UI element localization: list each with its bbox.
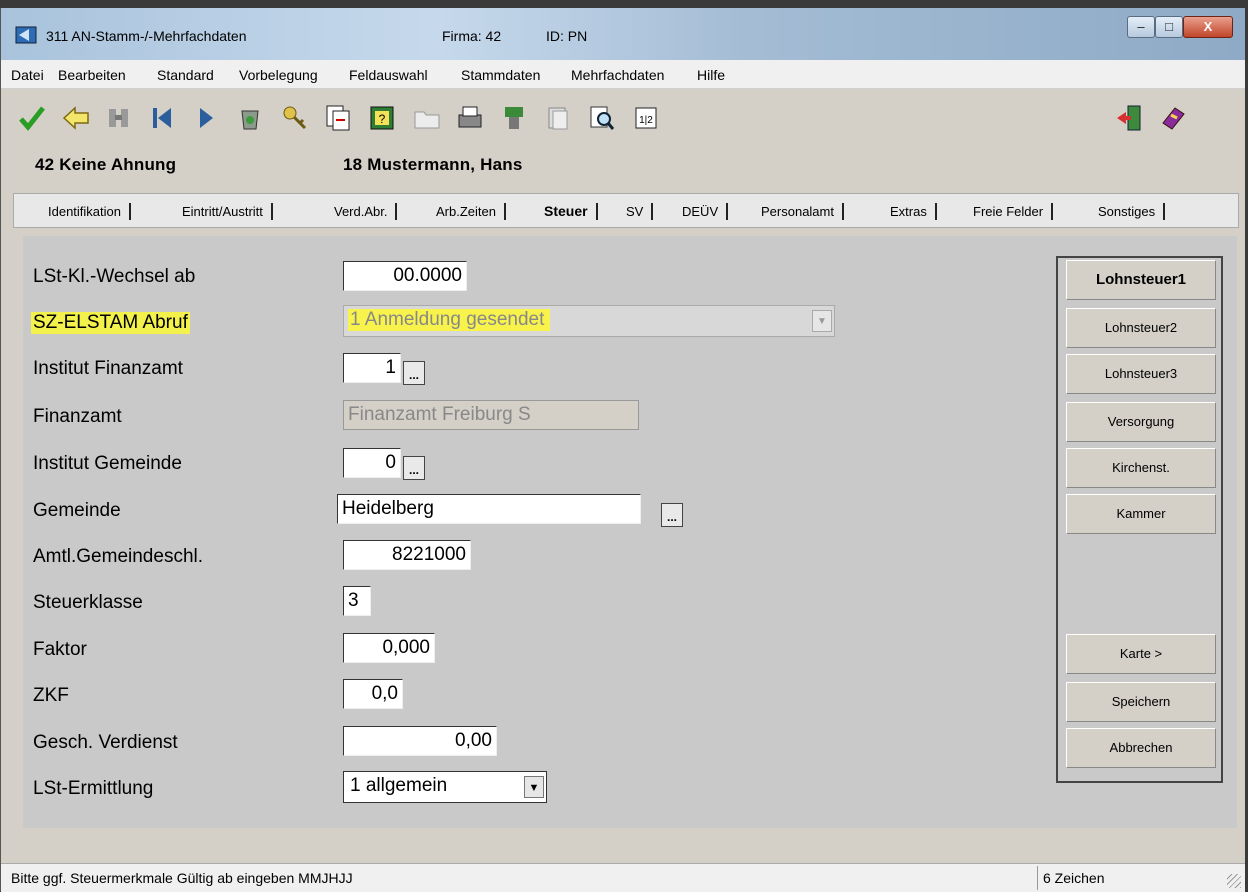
search-icon[interactable] [585,101,619,135]
maximize-button[interactable]: □ [1155,16,1183,38]
binoculars-icon[interactable] [102,101,136,135]
lohnsteuer2-button[interactable]: Lohnsteuer2 [1066,308,1216,348]
stamp-icon[interactable] [497,101,531,135]
help-icon[interactable]: ? [365,101,399,135]
finanzamt-label: Finanzamt [33,406,122,427]
tab-arb-zeiten[interactable]: Arb.Zeiten [436,203,506,220]
zkf-label: ZKF [33,685,69,706]
tab-sonstiges[interactable]: Sonstiges [1098,203,1166,220]
menu-stammdaten[interactable]: Stammdaten [461,67,540,83]
versorgung-button[interactable]: Versorgung [1066,402,1216,442]
calculator-icon[interactable]: 1|2 [629,101,663,135]
lst-wechsel-label: LSt-Kl.-Wechsel ab [33,266,196,287]
finanzamt-field: Finanzamt Freiburg S [343,400,639,430]
lst-ermittlung-select[interactable]: 1 allgemein ▼ [343,771,547,803]
menu-hilfe[interactable]: Hilfe [697,67,725,83]
speichern-button[interactable]: Speichern [1066,682,1216,722]
lst-wechsel-input[interactable]: 00.0000 [343,261,467,291]
steuerklasse-label: Steuerklasse [33,592,143,613]
tab-deuev[interactable]: DEÜV [682,203,729,220]
id-label: ID: PN [546,28,588,44]
tab-bar: Identifikation Eintritt/Austritt Verd.Ab… [13,193,1239,228]
inst-finanzamt-label: Institut Finanzamt [33,358,183,379]
employee-name: 18 Mustermann, Hans [343,155,523,174]
lohnsteuer3-button[interactable]: Lohnsteuer3 [1066,354,1216,394]
sz-elstam-value: 1 Anmeldung gesendet [348,309,551,331]
gesch-verdienst-label: Gesch. Verdienst [33,732,178,753]
inst-finanzamt-lookup-button[interactable]: ... [403,361,425,385]
faktor-input[interactable]: 0,000 [343,633,435,663]
menu-vorbelegung[interactable]: Vorbelegung [239,67,318,83]
tab-eintritt-austritt[interactable]: Eintritt/Austritt [182,203,273,220]
toolbar: ? 1|2 [1,89,1245,147]
amtl-gemeindeschl-input[interactable]: 8221000 [343,540,471,570]
company-name: 42 Keine Ahnung [35,155,177,174]
svg-text:1|2: 1|2 [639,115,653,126]
key-icon[interactable] [278,101,312,135]
amtl-gemeindeschl-label: Amtl.Gemeindeschl. [33,546,204,567]
folder-icon[interactable] [410,101,444,135]
svg-text:?: ? [379,112,386,126]
menu-mehrfachdaten[interactable]: Mehrfachdaten [571,67,664,83]
tab-steuer[interactable]: Steuer [544,203,598,220]
tab-freie-felder[interactable]: Freie Felder [973,203,1054,220]
kirchenst-button[interactable]: Kirchenst. [1066,448,1216,488]
gemeinde-lookup-button[interactable]: ... [661,503,683,527]
gesch-verdienst-input[interactable]: 0,00 [343,726,497,756]
menu-standard[interactable]: Standard [157,67,214,83]
karte-button[interactable]: Karte > [1066,634,1216,674]
steuerklasse-input[interactable]: 3 [343,586,371,616]
kammer-button[interactable]: Kammer [1066,494,1216,534]
inst-gemeinde-lookup-button[interactable]: ... [403,456,425,480]
arrow-left-icon[interactable] [59,101,93,135]
menu-datei[interactable]: Datei [11,67,44,83]
sz-elstam-label: SZ-ELSTAM Abruf [31,312,190,334]
inst-finanzamt-input[interactable]: 1 [343,353,401,383]
lst-ermittlung-label: LSt-Ermittlung [33,778,154,799]
next-record-icon[interactable] [189,101,223,135]
lohnsteuer1-button[interactable]: Lohnsteuer1 [1066,260,1216,300]
status-divider [1037,866,1038,890]
chevron-down-icon[interactable]: ▼ [812,310,832,332]
status-message: Bitte ggf. Steuermerkmale Gültig ab eing… [11,870,353,886]
status-bar: Bitte ggf. Steuermerkmale Gültig ab eing… [1,863,1245,892]
resize-grip-icon[interactable] [1227,874,1241,888]
sz-elstam-combo[interactable]: 1 Anmeldung gesendet ▼ [343,305,835,337]
lst-ermittlung-value: 1 allgemein [350,775,448,796]
copy-icon[interactable] [321,101,355,135]
tab-sv[interactable]: SV [626,203,654,220]
window-title: 311 AN-Stamm-/-Mehrfachdaten [46,28,247,44]
tab-extras[interactable]: Extras [890,203,937,220]
menu-bearbeiten[interactable]: Bearbeiten [58,67,126,83]
gemeinde-label: Gemeinde [33,500,121,521]
recycle-icon[interactable] [233,101,267,135]
char-count: 6 Zeichen [1043,870,1105,886]
book-icon[interactable] [1156,101,1190,135]
minimize-button[interactable]: – [1127,16,1155,38]
menu-feldauswahl[interactable]: Feldauswahl [349,67,428,83]
close-button[interactable]: X [1183,16,1233,38]
title-bar[interactable]: 311 AN-Stamm-/-Mehrfachdaten Firma: 42 I… [1,8,1245,60]
application-window: 311 AN-Stamm-/-Mehrfachdaten Firma: 42 I… [0,8,1245,892]
first-record-icon[interactable] [145,101,179,135]
check-icon[interactable] [15,101,49,135]
exit-icon[interactable] [1112,101,1146,135]
chevron-down-icon[interactable]: ▼ [524,776,544,798]
gemeinde-input[interactable]: Heidelberg [337,494,641,524]
app-icon [15,26,37,44]
record-header: 42 Keine Ahnung 18 Mustermann, Hans [1,147,1245,181]
inst-gemeinde-label: Institut Gemeinde [33,453,182,474]
firma-label: Firma: 42 [442,28,502,44]
print-icon[interactable] [453,101,487,135]
faktor-label: Faktor [33,639,87,660]
inst-gemeinde-input[interactable]: 0 [343,448,401,478]
tab-identifikation[interactable]: Identifikation [48,203,131,220]
documents-icon[interactable] [541,101,575,135]
menu-bar: Datei Bearbeiten Standard Vorbelegung Fe… [1,60,1245,89]
tab-personalamt[interactable]: Personalamt [761,203,844,220]
tab-verd-abr[interactable]: Verd.Abr. [334,203,398,220]
zkf-input[interactable]: 0,0 [343,679,403,709]
abbrechen-button[interactable]: Abbrechen [1066,728,1216,768]
